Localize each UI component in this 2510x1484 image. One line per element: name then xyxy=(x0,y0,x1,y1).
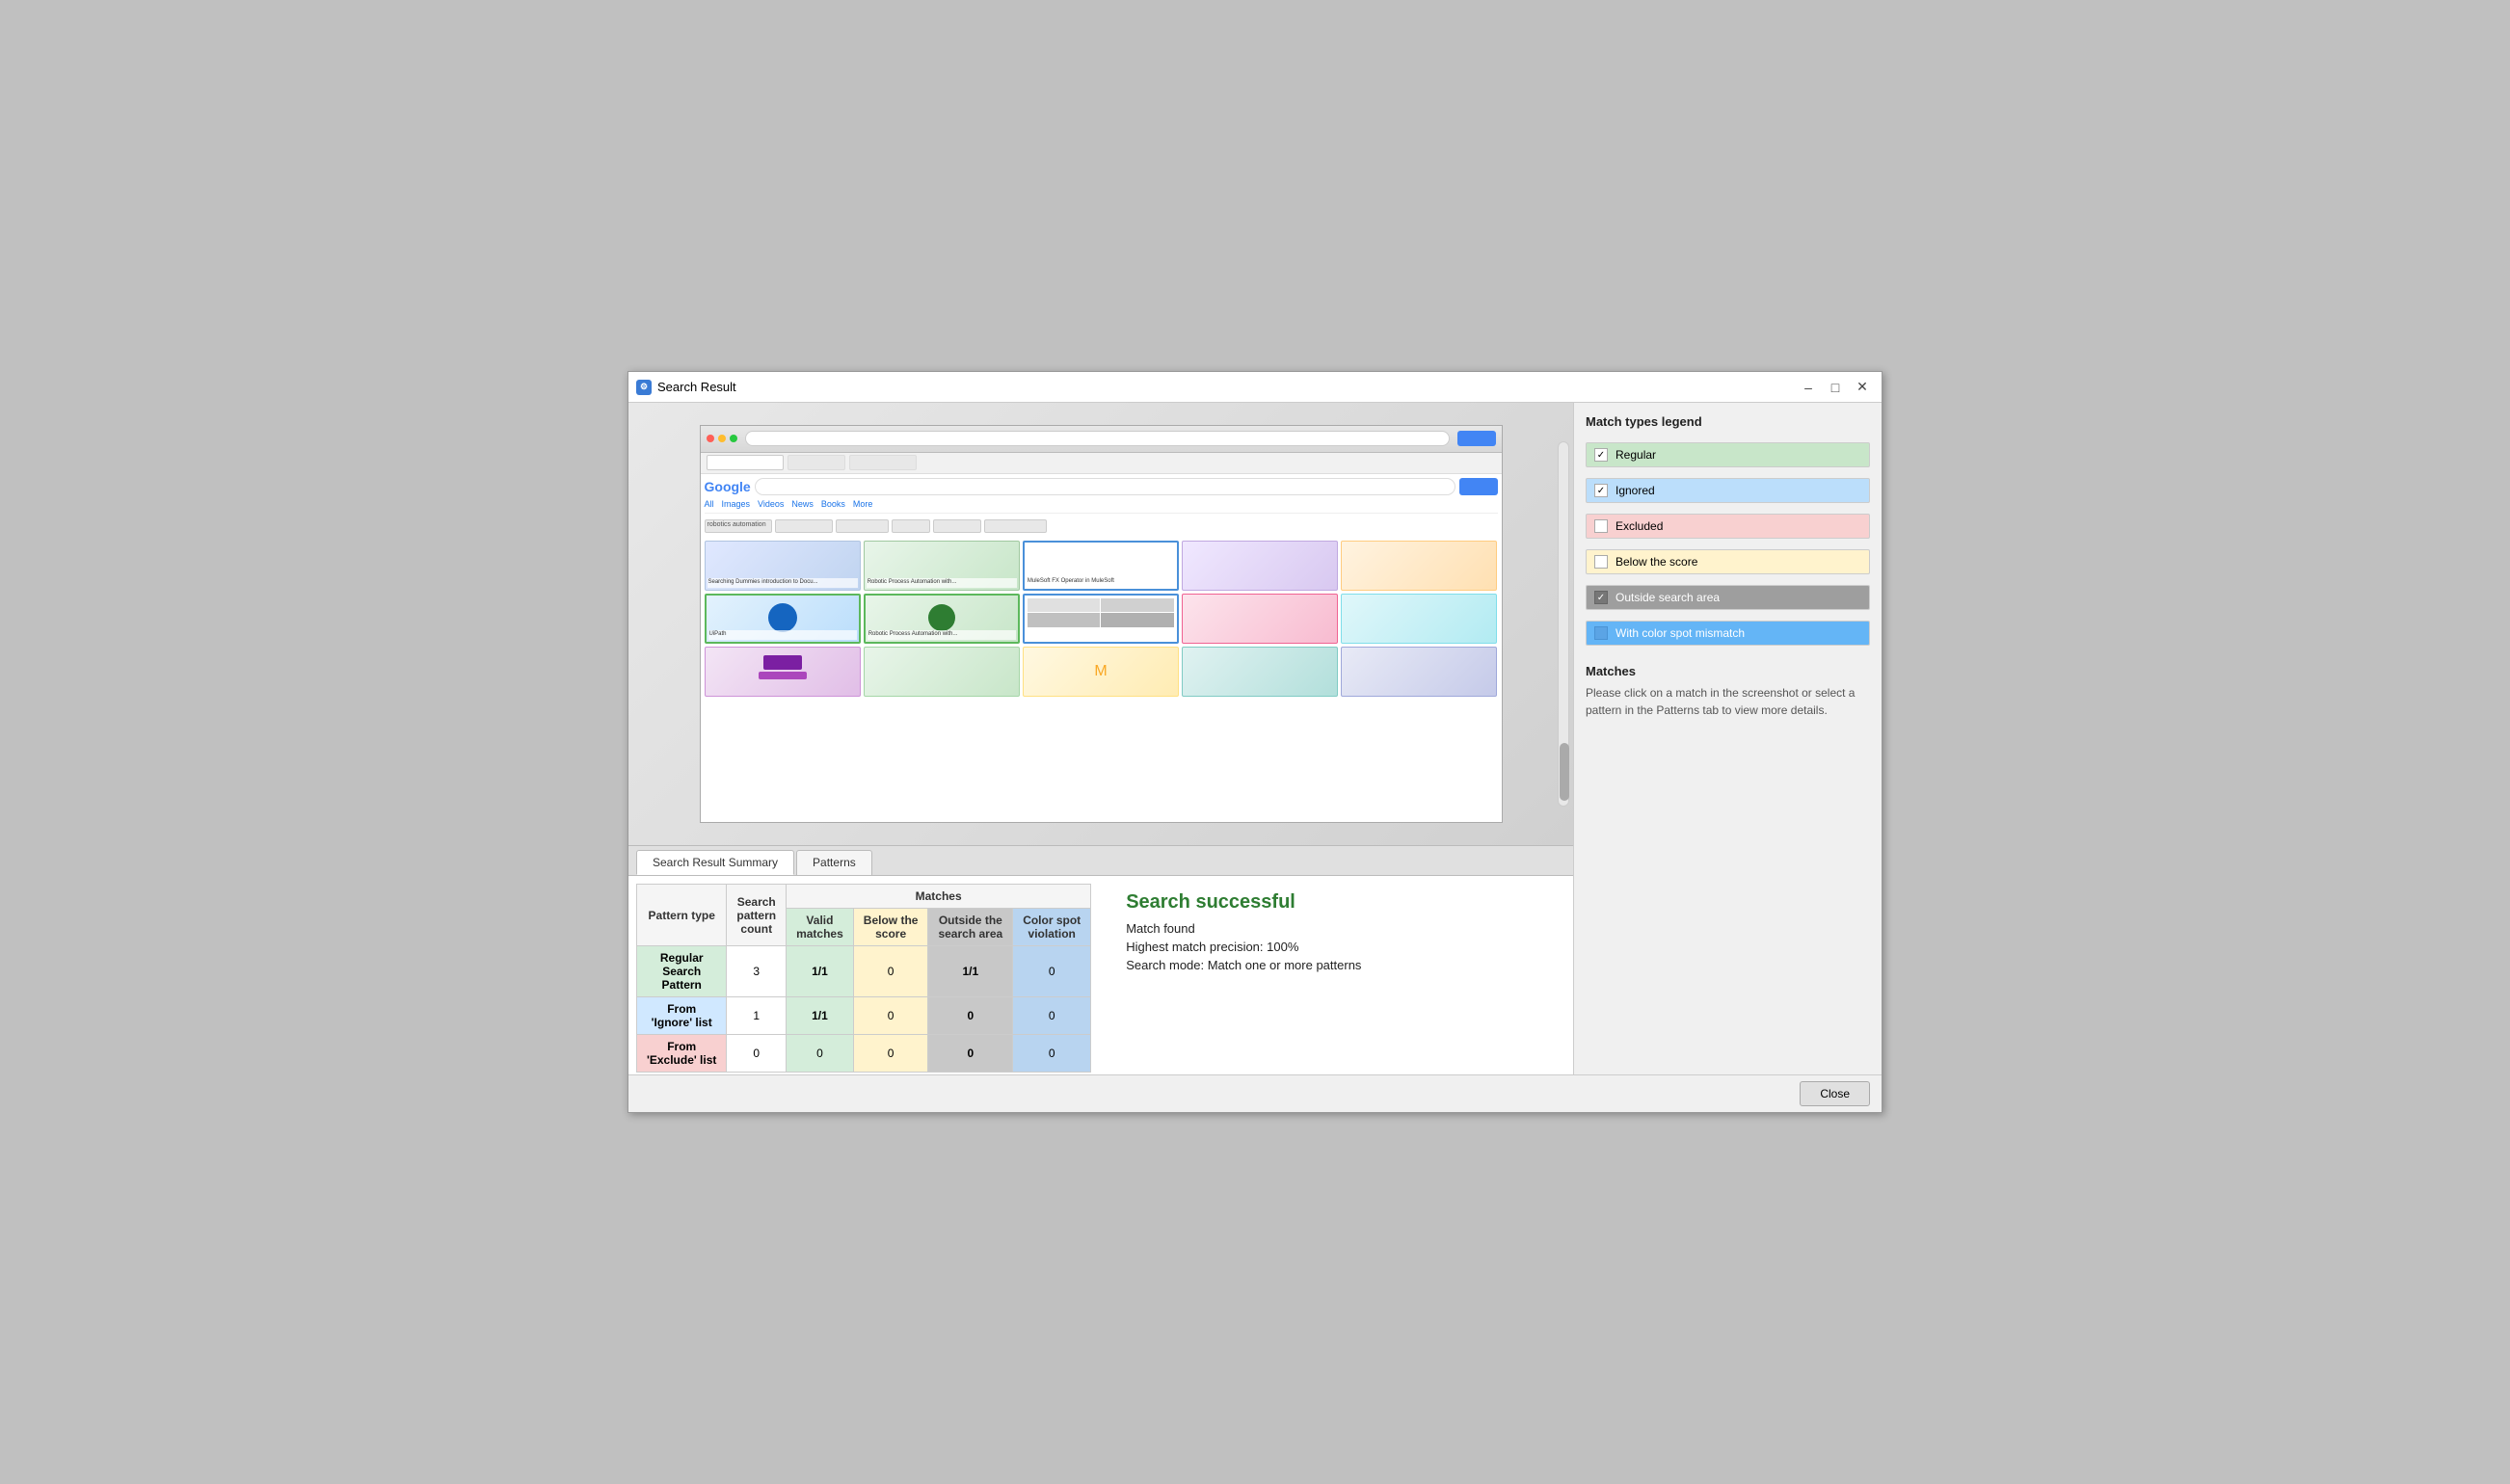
tab-patterns[interactable]: Patterns xyxy=(796,850,872,875)
cell-exclude-valid: 0 xyxy=(787,1035,854,1073)
table-row: From'Exclude' list 0 0 0 0 0 xyxy=(637,1035,1091,1073)
check-below-score xyxy=(1594,555,1608,569)
minimize-button[interactable]: – xyxy=(1797,376,1820,399)
cell-regular-type: RegularSearchPattern xyxy=(637,946,727,997)
cell-exclude-color: 0 xyxy=(1013,1035,1091,1073)
check-color-mismatch xyxy=(1594,626,1608,640)
check-outside-area: ✓ xyxy=(1594,591,1608,604)
matches-description: Please click on a match in the screensho… xyxy=(1586,684,1870,719)
window-bottom: Close xyxy=(628,1074,1882,1112)
check-ignored: ✓ xyxy=(1594,484,1608,497)
legend-item-regular[interactable]: ✓ Regular xyxy=(1586,442,1870,467)
th-matches: Matches xyxy=(787,885,1091,909)
th-outside: Outside thesearch area xyxy=(928,909,1013,946)
legend-item-below-score[interactable]: Below the score xyxy=(1586,549,1870,574)
left-panel: Google All Images Videos News Books xyxy=(628,403,1573,1074)
legend-title: Match types legend xyxy=(1586,414,1870,429)
cell-ignore-below: 0 xyxy=(853,997,928,1035)
cell-ignore-outside: 0 xyxy=(928,997,1013,1035)
screenshot-placeholder: Google All Images Videos News Books xyxy=(628,403,1573,845)
legend-label-ignored: Ignored xyxy=(1615,484,1655,497)
th-search-count: Searchpatterncount xyxy=(727,885,787,946)
th-valid: Validmatches xyxy=(787,909,854,946)
cell-regular-color: 0 xyxy=(1013,946,1091,997)
cell-exclude-outside: 0 xyxy=(928,1035,1013,1073)
legend-label-outside-area: Outside search area xyxy=(1615,591,1720,604)
window-controls: – □ ✕ xyxy=(1797,376,1874,399)
cell-exclude-count: 0 xyxy=(727,1035,787,1073)
legend-label-excluded: Excluded xyxy=(1615,519,1663,533)
check-excluded xyxy=(1594,519,1608,533)
cell-exclude-below: 0 xyxy=(853,1035,928,1073)
th-color: Color spotviolation xyxy=(1013,909,1091,946)
tabs-bar: Search Result Summary Patterns xyxy=(628,846,1573,876)
summary-table-wrapper: Pattern type Searchpatterncount Matches … xyxy=(636,884,1565,1067)
legend-label-below-score: Below the score xyxy=(1615,555,1697,569)
result-precision: Highest match precision: 100% xyxy=(1126,940,1550,954)
cell-ignore-valid: 1/1 xyxy=(787,997,854,1035)
cell-regular-count: 3 xyxy=(727,946,787,997)
legend-item-excluded[interactable]: Excluded xyxy=(1586,514,1870,539)
legend-label-color-mismatch: With color spot mismatch xyxy=(1615,626,1745,640)
summary-table: Pattern type Searchpatterncount Matches … xyxy=(636,884,1091,1067)
cell-regular-below: 0 xyxy=(853,946,928,997)
cell-ignore-color: 0 xyxy=(1013,997,1091,1035)
title-bar: ⚙ Search Result – □ ✕ xyxy=(628,372,1882,403)
legend-item-ignored[interactable]: ✓ Ignored xyxy=(1586,478,1870,503)
close-button[interactable]: Close xyxy=(1800,1081,1870,1106)
table-row: From'Ignore' list 1 1/1 0 0 0 xyxy=(637,997,1091,1035)
bottom-panel: Search Result Summary Patterns Pattern t… xyxy=(628,846,1573,1074)
check-regular: ✓ xyxy=(1594,448,1608,462)
legend-item-color-mismatch[interactable]: With color spot mismatch xyxy=(1586,621,1870,646)
cell-regular-valid: 1/1 xyxy=(787,946,854,997)
result-match-found: Match found xyxy=(1126,921,1550,936)
browser-toolbar xyxy=(701,426,1502,453)
th-below: Below thescore xyxy=(853,909,928,946)
window-title: Search Result xyxy=(657,380,1797,394)
th-pattern-type: Pattern type xyxy=(637,885,727,946)
tab-content: Pattern type Searchpatterncount Matches … xyxy=(628,876,1573,1074)
scrollbar[interactable] xyxy=(1558,441,1569,807)
result-panel: Search successful Match found Highest ma… xyxy=(1110,884,1565,1067)
screenshot-inner: Google All Images Videos News Books xyxy=(700,425,1503,823)
cell-ignore-type: From'Ignore' list xyxy=(637,997,727,1035)
main-window: ⚙ Search Result – □ ✕ xyxy=(628,371,1882,1113)
results-table: Pattern type Searchpatterncount Matches … xyxy=(636,884,1091,1073)
cell-exclude-type: From'Exclude' list xyxy=(637,1035,727,1073)
legend-item-outside-area[interactable]: ✓ Outside search area xyxy=(1586,585,1870,610)
tab-summary[interactable]: Search Result Summary xyxy=(636,850,794,875)
url-bar xyxy=(745,431,1450,446)
cell-ignore-count: 1 xyxy=(727,997,787,1035)
legend-label-regular: Regular xyxy=(1615,448,1656,462)
scrollbar-thumb xyxy=(1560,743,1569,801)
matches-title: Matches xyxy=(1586,664,1870,678)
table-row: RegularSearchPattern 3 1/1 0 1/1 0 xyxy=(637,946,1091,997)
right-panel: Match types legend ✓ Regular ✓ Ignored E… xyxy=(1573,403,1882,1074)
app-icon: ⚙ xyxy=(636,380,652,395)
main-content: Google All Images Videos News Books xyxy=(628,403,1882,1074)
result-mode: Search mode: Match one or more patterns xyxy=(1126,958,1550,972)
maximize-button[interactable]: □ xyxy=(1824,376,1847,399)
matches-section: Matches Please click on a match in the s… xyxy=(1586,664,1870,719)
cell-regular-outside: 1/1 xyxy=(928,946,1013,997)
close-window-button[interactable]: ✕ xyxy=(1851,376,1874,399)
result-status: Search successful xyxy=(1126,891,1550,914)
screenshot-area[interactable]: Google All Images Videos News Books xyxy=(628,403,1573,846)
